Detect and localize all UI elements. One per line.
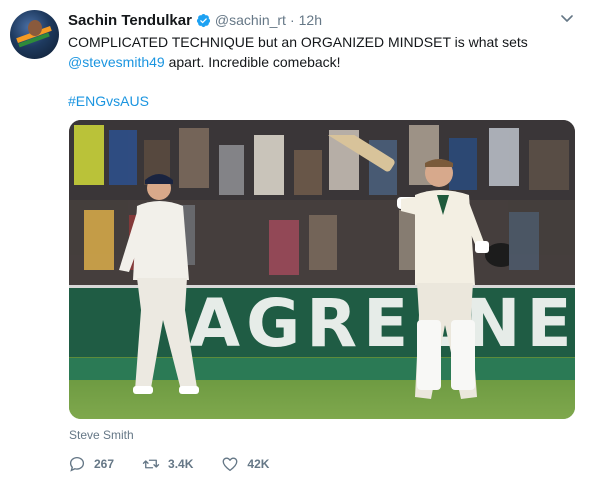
batsman-figure	[319, 135, 509, 399]
retweet-button[interactable]: 3.4K	[142, 455, 193, 473]
tweet-text-line-1: COMPLICATED TECHNIQUE but an ORGANIZED M…	[68, 34, 528, 50]
reply-button[interactable]: 267	[68, 455, 114, 473]
like-button[interactable]: 42K	[221, 455, 269, 473]
like-count: 42K	[247, 457, 270, 471]
author-handle[interactable]: @sachin_rt	[215, 12, 286, 28]
tweet-text-line-2: @stevesmith49 apart. Incredible comeback…	[68, 52, 568, 72]
retweet-count: 3.4K	[168, 457, 194, 471]
avatar-face	[28, 20, 42, 36]
tweet-card[interactable]: Sachin Tendulkar @sachin_rt · 12h COMPLI…	[0, 0, 589, 484]
avatar[interactable]	[10, 10, 59, 59]
photo-caption: Steve Smith	[69, 428, 134, 442]
separator-dot: ·	[289, 12, 295, 28]
reply-icon	[69, 456, 85, 472]
chevron-down-icon[interactable]	[561, 14, 573, 24]
hashtag-link[interactable]: #ENGvsAUS	[68, 91, 149, 111]
mention-link[interactable]: @stevesmith49	[68, 54, 165, 70]
timestamp[interactable]: 12h	[299, 12, 322, 28]
tweet-text: COMPLICATED TECHNIQUE but an ORGANIZED M…	[68, 32, 568, 72]
fielder-figure	[119, 174, 199, 394]
tweet-photo[interactable]: AGREENE	[69, 120, 575, 419]
verified-badge-icon	[196, 13, 210, 27]
author-name[interactable]: Sachin Tendulkar	[68, 12, 192, 29]
retweet-icon	[142, 459, 160, 469]
tweet-actions: 267 3.4K 42K	[68, 455, 297, 473]
tweet-header: Sachin Tendulkar @sachin_rt · 12h	[68, 11, 322, 29]
heart-icon	[222, 457, 238, 472]
reply-count: 267	[94, 457, 115, 471]
tweet-text-line-2-rest: apart. Incredible comeback!	[164, 54, 341, 70]
